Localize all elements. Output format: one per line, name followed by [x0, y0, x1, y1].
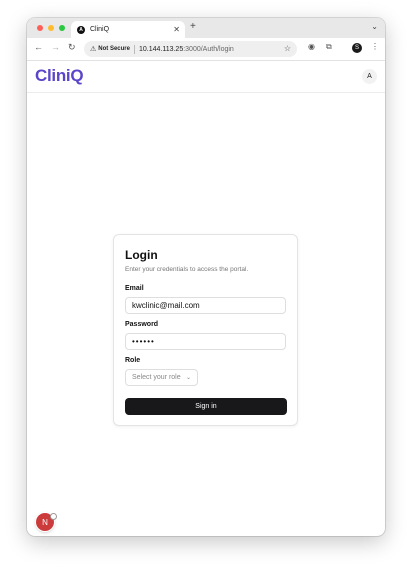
login-subtitle: Enter your credentials to access the por…	[125, 266, 249, 273]
extension-cookie-icon[interactable]: ◉	[308, 43, 315, 51]
browser-window: A CliniQ ✕ + ⌄ ← → ↻ ⚠ Not Secure 10.144…	[27, 18, 385, 536]
sign-in-button[interactable]: Sign in	[125, 398, 287, 415]
login-card: Login Enter your credentials to access t…	[113, 234, 298, 426]
browser-toolbar: ← → ↻ ⚠ Not Secure 10.144.113.25:3000/Au…	[27, 38, 385, 61]
more-menu-icon[interactable]: ⋮	[371, 43, 379, 51]
tab-search-chevron-icon[interactable]: ⌄	[371, 22, 378, 31]
role-select[interactable]: Select your role ⌄	[125, 369, 198, 386]
forward-arrow-icon[interactable]: →	[51, 43, 60, 52]
tab-title: CliniQ	[90, 26, 110, 33]
badge-indicator-dot	[50, 513, 57, 520]
back-arrow-icon[interactable]: ←	[34, 43, 43, 52]
tab-close-icon[interactable]: ✕	[173, 25, 180, 34]
address-divider	[133, 44, 135, 54]
tab-favicon-icon: A	[77, 25, 85, 34]
url-path: :3000/Auth/login	[183, 45, 234, 53]
app-logo[interactable]: CliniQ	[35, 66, 84, 86]
address-bar[interactable]: ⚠ Not Secure 10.144.113.25:3000/Auth/log…	[84, 41, 297, 57]
reload-icon[interactable]: ↻	[68, 43, 76, 52]
login-title: Login	[125, 248, 158, 262]
window-controls	[37, 25, 65, 31]
minimize-window-button[interactable]	[48, 25, 54, 31]
security-label[interactable]: Not Secure	[98, 46, 130, 52]
url-host: 10.144.113.25	[138, 45, 184, 53]
tab-active[interactable]: A CliniQ ✕	[71, 21, 185, 38]
warning-triangle-icon: ⚠	[90, 46, 97, 53]
password-label: Password	[125, 321, 159, 328]
role-label: Role	[125, 357, 141, 364]
bookmark-star-icon[interactable]: ☆	[284, 44, 291, 53]
profile-avatar[interactable]: S	[352, 43, 362, 53]
app-header: CliniQ A	[27, 61, 385, 93]
email-label: Email	[125, 285, 144, 292]
close-window-button[interactable]	[37, 25, 43, 31]
new-tab-icon[interactable]: +	[190, 22, 196, 32]
password-field[interactable]: ••••••	[125, 333, 286, 350]
chevron-down-icon: ⌄	[185, 375, 191, 381]
maximize-window-button[interactable]	[59, 25, 65, 31]
extensions-puzzle-icon[interactable]: ⧉	[326, 43, 332, 51]
tab-strip: A CliniQ ✕ + ⌄	[27, 18, 385, 38]
email-field[interactable]: kwclinic@mail.com	[125, 297, 286, 314]
user-avatar[interactable]: A	[362, 69, 377, 84]
role-select-placeholder: Select your role	[132, 374, 181, 381]
url-text[interactable]: 10.144.113.25:3000/Auth/login	[139, 46, 234, 53]
